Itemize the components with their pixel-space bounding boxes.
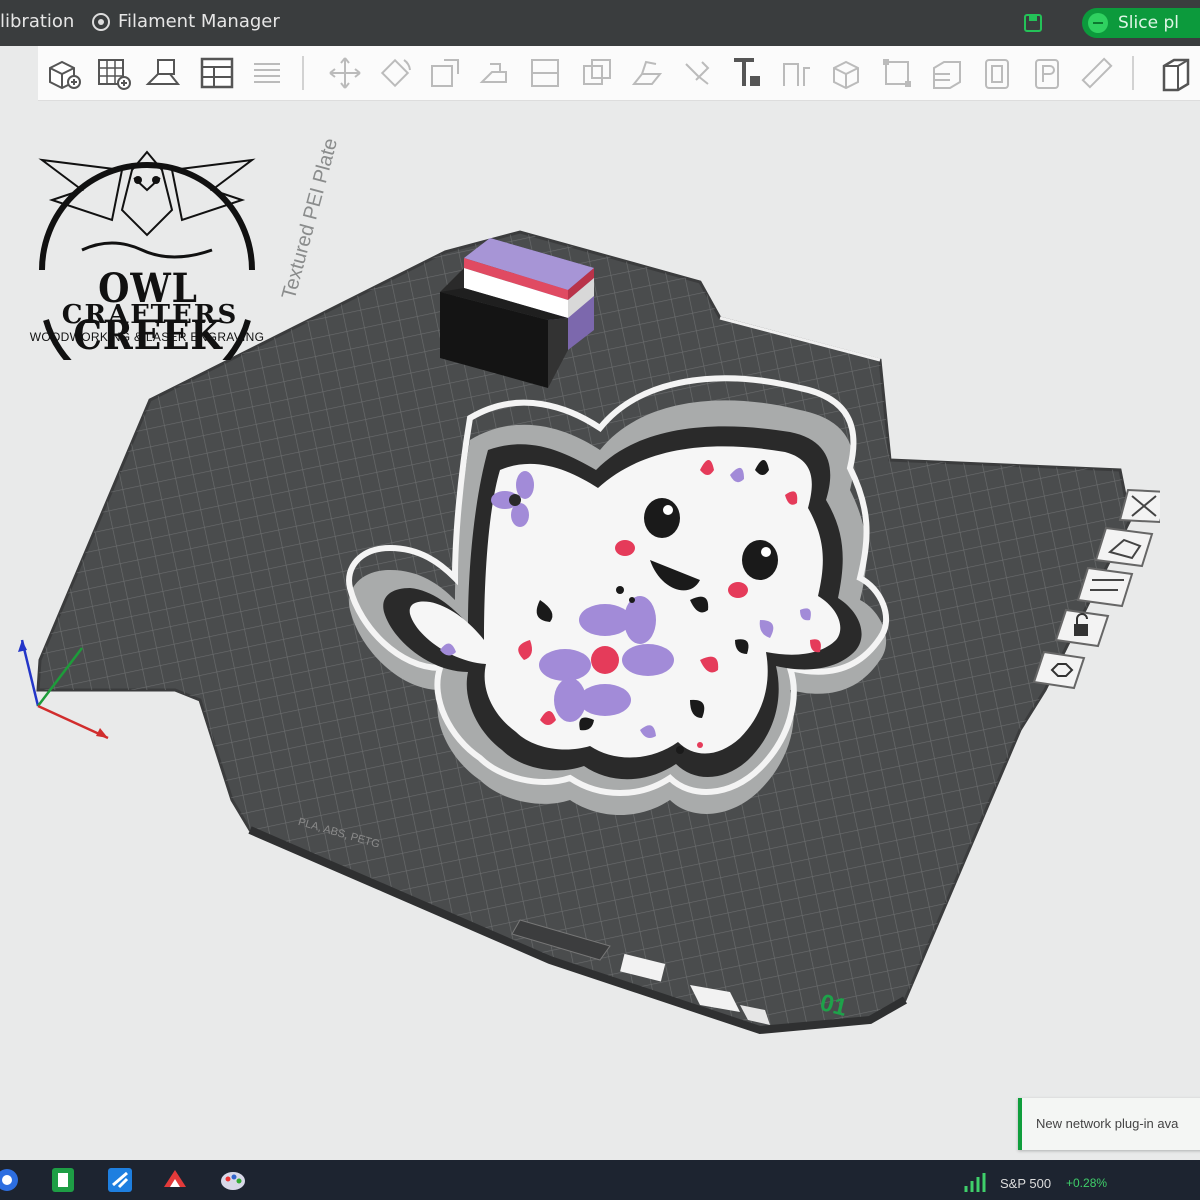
tab-filament-manager[interactable]: Filament Manager <box>92 11 280 32</box>
add-plate-icon[interactable] <box>94 54 132 92</box>
plate-one-icon[interactable] <box>978 54 1016 92</box>
slice-plate-icon[interactable] <box>1156 54 1194 92</box>
assembly-icon[interactable] <box>828 54 866 92</box>
excel-icon[interactable] <box>48 1165 78 1195</box>
cut-icon[interactable] <box>526 54 564 92</box>
title-bar: libration Filament Manager Slice pl <box>0 0 1200 46</box>
split-icon[interactable] <box>878 54 916 92</box>
notification-text: New network plug-in ava <box>1036 1116 1179 1131</box>
windows-icon[interactable] <box>0 1165 22 1195</box>
orient-icon[interactable] <box>1094 526 1154 568</box>
arrange-plate-icon[interactable] <box>1076 566 1134 608</box>
grid-list-icon[interactable] <box>248 54 286 92</box>
mail-icon[interactable] <box>105 1165 135 1195</box>
scale-icon[interactable] <box>426 54 464 92</box>
layout-icon[interactable] <box>198 54 236 92</box>
toolbar-divider <box>302 56 304 90</box>
main-toolbar <box>38 46 1200 101</box>
settings-icon[interactable] <box>1032 650 1086 690</box>
filament-icon <box>92 12 110 31</box>
ruler-icon[interactable] <box>1078 54 1116 92</box>
slice-plate-label: Slice pl <box>1118 13 1179 33</box>
bambu-icon[interactable] <box>160 1165 190 1195</box>
plate-p-icon[interactable] <box>1028 54 1066 92</box>
stocks-chart-icon <box>964 1173 986 1192</box>
toolbar-divider <box>1132 56 1134 90</box>
paint-icon[interactable] <box>218 1165 248 1195</box>
plugin-notification[interactable]: New network plug-in ava <box>1018 1098 1200 1150</box>
seam-paint-icon[interactable] <box>678 54 716 92</box>
support-paint-icon[interactable] <box>628 54 666 92</box>
rotate-icon[interactable] <box>376 54 414 92</box>
save-project-icon[interactable] <box>1022 12 1044 34</box>
market-change: +0.28% <box>1066 1176 1108 1190</box>
add-object-icon[interactable] <box>44 54 82 92</box>
variable-layer-icon[interactable] <box>928 54 966 92</box>
logo-subtitle: CRAFTERS <box>61 300 239 330</box>
text-icon[interactable] <box>728 54 766 92</box>
measure-icon[interactable] <box>778 54 816 92</box>
lock-icon[interactable] <box>1054 608 1110 648</box>
lay-on-face-icon[interactable] <box>476 54 514 92</box>
arrange-icon[interactable] <box>144 54 182 92</box>
boolean-icon[interactable] <box>578 54 616 92</box>
tab-calibration[interactable]: libration <box>0 11 74 32</box>
logo-tagline: WOODWORKING & LASER ENGRAVING <box>29 330 265 344</box>
slice-plate-button[interactable]: Slice pl <box>1082 8 1200 38</box>
market-name: S&P 500 <box>1000 1176 1052 1191</box>
view-controls-panel <box>1032 488 1160 690</box>
close-view-icon[interactable] <box>1118 488 1160 524</box>
slice-dropdown-icon[interactable] <box>1088 13 1108 33</box>
tab-filament-label: Filament Manager <box>118 11 280 32</box>
